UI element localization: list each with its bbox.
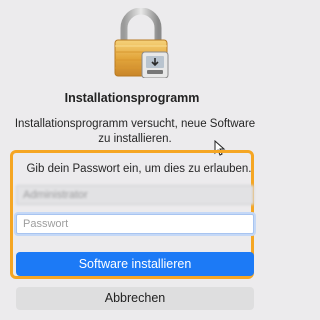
dialog-title: Installationsprogramm (64, 91, 200, 105)
password-field[interactable]: Passwort (16, 214, 254, 234)
install-software-button[interactable]: Software installieren (16, 252, 254, 276)
password-prompt: Gib dein Passwort ein, um dies zu erlaub… (26, 163, 252, 175)
lock-installer-icon (114, 8, 169, 78)
cancel-button[interactable]: Abbrechen (16, 287, 254, 310)
username-field[interactable]: Administrator (16, 185, 254, 205)
